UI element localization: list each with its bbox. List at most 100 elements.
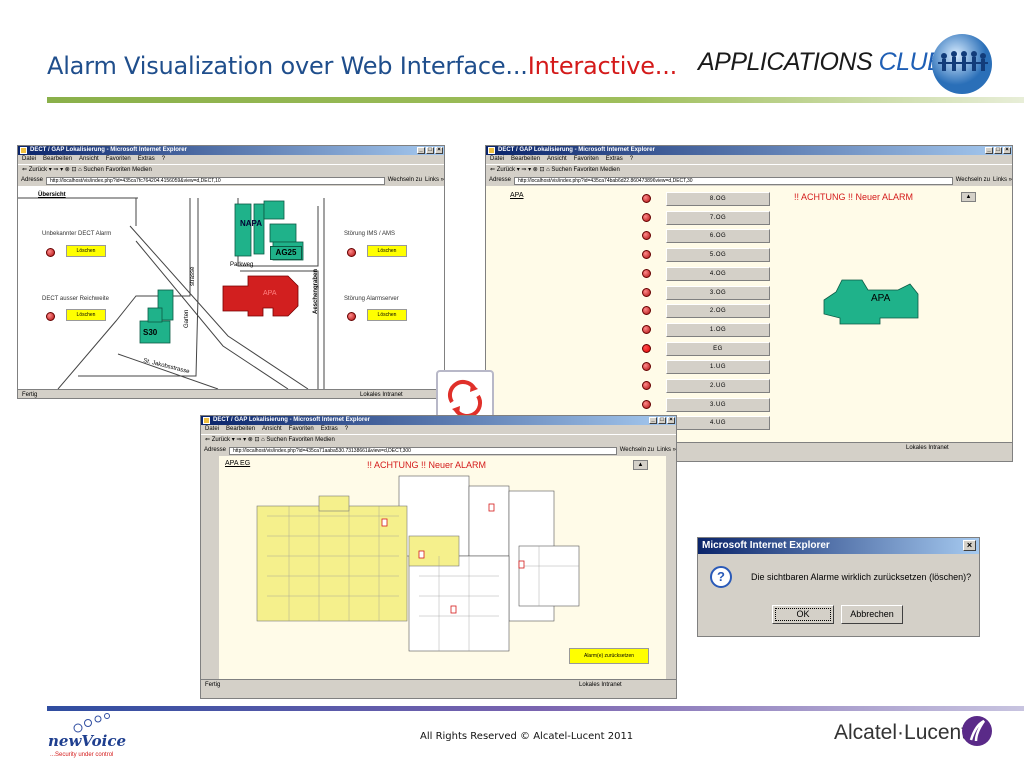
- alarm-icon-active: [642, 343, 651, 353]
- address-label: Adresse: [489, 177, 512, 183]
- minimize-icon[interactable]: _: [985, 147, 993, 154]
- floor-button[interactable]: 7.OG: [666, 210, 770, 225]
- close-icon[interactable]: ×: [435, 147, 443, 154]
- street-parkweg: Parkweg: [230, 262, 254, 268]
- alarm-icon: [642, 362, 651, 372]
- header-divider: [47, 97, 1024, 103]
- menu-item-ansicht[interactable]: Ansicht: [262, 426, 282, 432]
- window-title: DECT / GAP Lokalisierung - Microsoft Int…: [30, 147, 187, 153]
- address-input[interactable]: http://localhost/vis/index.php?id=435ca7…: [46, 176, 385, 185]
- floorplan-page: APA EG !! ACHTUNG !! Neuer ALARM ▲ Alarm…: [219, 456, 666, 679]
- menu-item-ansicht[interactable]: Ansicht: [547, 156, 567, 162]
- street-strasse: strasse: [190, 266, 196, 286]
- toolbar[interactable]: ⇐ Zurück ▾ ⇒ ▾ ⊗ ⊡ ⌂ Suchen Favoriten Me…: [201, 434, 676, 445]
- building-apa[interactable]: APA: [263, 290, 277, 297]
- menu-item-bearbeiten[interactable]: Bearbeiten: [226, 426, 255, 432]
- floor-button[interactable]: 4.UG: [666, 416, 770, 431]
- floor-button[interactable]: 3.UG: [666, 397, 770, 412]
- window-title: DECT / GAP Lokalisierung - Microsoft Int…: [498, 147, 655, 153]
- browser-window-overview[interactable]: DECT / GAP Lokalisierung - Microsoft Int…: [17, 145, 445, 399]
- go-button[interactable]: Wechseln zu: [956, 175, 990, 186]
- floor-button[interactable]: 1.UG: [666, 360, 770, 375]
- menu-item-datei[interactable]: Datei: [22, 156, 36, 162]
- close-icon[interactable]: ×: [667, 417, 675, 424]
- menu-item-extras[interactable]: Extras: [606, 156, 623, 162]
- floor-button[interactable]: 4.OG: [666, 266, 770, 281]
- menu-item-favoriten[interactable]: Favoriten: [106, 156, 131, 162]
- toolbar[interactable]: ⇐ Zurück ▾ ⇒ ▾ ⊗ ⊡ ⌂ Suchen Favoriten Me…: [486, 164, 1012, 175]
- floor-button[interactable]: EG: [666, 341, 770, 356]
- menu-item-extras[interactable]: Extras: [321, 426, 338, 432]
- menu-bar: Datei Bearbeiten Ansicht Favoriten Extras?: [18, 155, 444, 164]
- address-input[interactable]: http://localhost/vis/index.php?id=435ca7…: [229, 446, 617, 455]
- street-aeschengraben: Aeschengraben: [313, 268, 319, 314]
- dialog-titlebar[interactable]: Microsoft Internet Explorer ×: [698, 538, 979, 554]
- delete-button-1[interactable]: Löschen: [66, 245, 106, 257]
- menu-item-help[interactable]: ?: [345, 426, 348, 432]
- ie-icon: [20, 147, 27, 154]
- delete-button-3[interactable]: Löschen: [367, 245, 407, 257]
- site-map: [18, 197, 325, 389]
- menu-item-datei[interactable]: Datei: [490, 156, 504, 162]
- links-button[interactable]: Links »: [993, 175, 1012, 186]
- reset-alarms-button[interactable]: Alarm(e) zurücksetzen: [569, 648, 649, 664]
- go-button[interactable]: Wechseln zu: [388, 175, 422, 186]
- menu-item-bearbeiten[interactable]: Bearbeiten: [511, 156, 540, 162]
- alarm-label-unknown-dect: Unbekannter DECT Alarm: [42, 231, 112, 237]
- minimize-icon[interactable]: _: [417, 147, 425, 154]
- zone-text: Lokales Intranet: [579, 682, 622, 688]
- close-icon[interactable]: ×: [1003, 147, 1011, 154]
- floor-button[interactable]: 2.OG: [666, 304, 770, 319]
- alarm-icon: [642, 250, 651, 260]
- alarm-icon: [46, 248, 55, 257]
- building-napa[interactable]: NAPA: [240, 219, 262, 228]
- delete-button-2[interactable]: Löschen: [66, 309, 106, 321]
- building-ag25[interactable]: AG25: [270, 246, 302, 260]
- alarm-icon: [642, 381, 651, 390]
- floor-button[interactable]: 5.OG: [666, 248, 770, 263]
- dialog-message: Die sichtbaren Alarme wirklich zurückset…: [751, 572, 972, 582]
- toolbar[interactable]: ⇐ Zurück ▾ ⇒ ▾ ⊗ ⊡ ⌂ Suchen Favoriten Me…: [18, 164, 444, 175]
- menu-item-favoriten[interactable]: Favoriten: [289, 426, 314, 432]
- alarm-icon: [347, 312, 356, 321]
- minimize-icon[interactable]: _: [649, 417, 657, 424]
- building-s30[interactable]: S30: [143, 328, 157, 337]
- links-button[interactable]: Links »: [425, 175, 444, 186]
- go-button[interactable]: Wechseln zu: [620, 445, 654, 456]
- menu-item-help[interactable]: ?: [630, 156, 633, 162]
- confirm-dialog[interactable]: Microsoft Internet Explorer × ? Die sicht…: [697, 537, 980, 637]
- building-tab: APA: [510, 192, 524, 199]
- close-icon[interactable]: ×: [963, 540, 976, 551]
- maximize-icon[interactable]: □: [994, 147, 1002, 154]
- address-input[interactable]: http://localhost/vis/index.php?id=435ca7…: [514, 176, 953, 185]
- maximize-icon[interactable]: □: [426, 147, 434, 154]
- floor-button[interactable]: 1.OG: [666, 322, 770, 337]
- alarm-icon: [347, 248, 356, 257]
- window-titlebar[interactable]: DECT / GAP Lokalisierung - Microsoft Int…: [201, 416, 676, 425]
- floor-button[interactable]: 2.UG: [666, 379, 770, 393]
- links-button[interactable]: Links »: [657, 445, 676, 456]
- scroll-up-icon[interactable]: ▲: [961, 192, 976, 202]
- menu-item-bearbeiten[interactable]: Bearbeiten: [43, 156, 72, 162]
- address-label: Adresse: [21, 177, 44, 183]
- delete-button-4[interactable]: Löschen: [367, 309, 407, 321]
- floor-select-page: APA !! ACHTUNG !! Neuer ALARM ▲ APA 8.OG…: [486, 186, 1012, 442]
- menu-item-datei[interactable]: Datei: [205, 426, 219, 432]
- newvoice-tagline: ...Security under control: [50, 752, 114, 758]
- menu-item-ansicht[interactable]: Ansicht: [79, 156, 99, 162]
- floor-button[interactable]: 6.OG: [666, 229, 770, 244]
- menu-item-favoriten[interactable]: Favoriten: [574, 156, 599, 162]
- ok-button[interactable]: OK: [772, 605, 834, 624]
- window-titlebar[interactable]: DECT / GAP Lokalisierung - Microsoft Int…: [486, 146, 1012, 155]
- status-bar: Fertig Lokales Intranet: [201, 679, 676, 689]
- floor-button[interactable]: 3.OG: [666, 285, 770, 300]
- browser-window-floorplan[interactable]: DECT / GAP Lokalisierung - Microsoft Int…: [200, 415, 677, 699]
- slide-title-main: Alarm Visualization over Web Interface..…: [47, 52, 528, 80]
- menu-item-help[interactable]: ?: [162, 156, 165, 162]
- maximize-icon[interactable]: □: [658, 417, 666, 424]
- window-titlebar[interactable]: DECT / GAP Lokalisierung - Microsoft Int…: [18, 146, 444, 155]
- cancel-button[interactable]: Abbrechen: [841, 605, 903, 624]
- menu-item-extras[interactable]: Extras: [138, 156, 155, 162]
- floor-button[interactable]: 8.OG: [666, 192, 770, 206]
- alarm-label-alarmserver: Störung Alarmserver: [344, 296, 399, 302]
